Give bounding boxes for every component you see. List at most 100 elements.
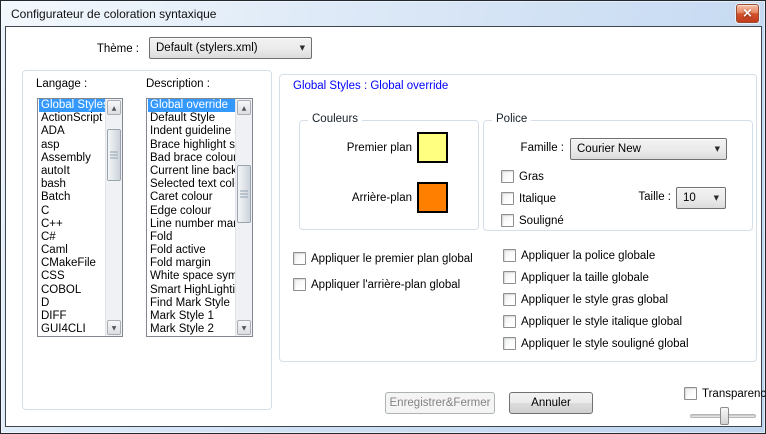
font-family-label: Famille :: [494, 142, 564, 154]
scrollbar-thumb[interactable]: [237, 165, 251, 223]
apply-checkbox-row[interactable]: Appliquer le style souligné global: [503, 337, 689, 350]
scroll-down-button[interactable]: ▼: [107, 320, 121, 335]
list-item[interactable]: Edge colour: [148, 205, 235, 218]
checkbox-label: Appliquer le style italique global: [521, 316, 682, 328]
foreground-label: Premier plan: [308, 142, 412, 154]
list-item[interactable]: Mark Style 1: [148, 310, 235, 323]
scrollbar-thumb[interactable]: [107, 129, 121, 181]
checkbox[interactable]: [503, 293, 516, 306]
description-scrollbar[interactable]: ▲ ▼: [235, 99, 252, 336]
list-item[interactable]: Bad brace colour: [148, 152, 235, 165]
scroll-up-button[interactable]: ▲: [237, 100, 251, 115]
language-scrollbar[interactable]: ▲ ▼: [105, 99, 122, 336]
apply-checkbox-row[interactable]: Appliquer le premier plan global: [293, 252, 473, 265]
list-item[interactable]: Fold margin: [148, 257, 235, 270]
description-listbox[interactable]: Global overrideDefault StyleIndent guide…: [146, 98, 253, 337]
scroll-up-button[interactable]: ▲: [107, 100, 121, 115]
list-item[interactable]: COBOL: [39, 284, 105, 297]
list-item[interactable]: Mark Style 2: [148, 323, 235, 336]
checkbox[interactable]: [503, 249, 516, 262]
list-item[interactable]: CSS: [39, 270, 105, 283]
list-item[interactable]: Indent guideline style: [148, 125, 235, 138]
font-group-label: Police: [492, 113, 531, 125]
list-item[interactable]: Batch: [39, 191, 105, 204]
theme-dropdown-value: Default (stylers.xml): [156, 42, 258, 54]
checkbox[interactable]: [503, 271, 516, 284]
description-label: Description :: [146, 78, 210, 90]
font-size-value: 10: [683, 192, 696, 204]
checkbox[interactable]: [293, 252, 306, 265]
font-family-value: Courier New: [577, 143, 641, 155]
list-item[interactable]: Find Mark Style: [148, 297, 235, 310]
list-item[interactable]: Global Styles: [39, 99, 105, 112]
list-item[interactable]: Selected text colour: [148, 178, 235, 191]
list-item[interactable]: GUI4CLI: [39, 323, 105, 336]
checkbox-label: Appliquer le style souligné global: [521, 338, 689, 350]
italic-checkbox[interactable]: [501, 192, 514, 205]
bold-checkbox-row[interactable]: Gras: [501, 170, 544, 183]
underline-checkbox[interactable]: [501, 214, 514, 227]
list-item[interactable]: Default Style: [148, 112, 235, 125]
colors-group-label: Couleurs: [308, 113, 362, 125]
description-list: Global overrideDefault StyleIndent guide…: [148, 99, 235, 336]
list-item[interactable]: Fold active: [148, 244, 235, 257]
apply-checkbox-row[interactable]: Appliquer le style gras global: [503, 293, 689, 306]
foreground-color-swatch[interactable]: [417, 132, 448, 163]
transparency-checkbox[interactable]: [684, 387, 697, 400]
list-item[interactable]: bash: [39, 178, 105, 191]
apply-checkbox-row[interactable]: Appliquer le style italique global: [503, 315, 689, 328]
checkbox[interactable]: [503, 315, 516, 328]
background-label: Arrière-plan: [308, 192, 412, 204]
list-item[interactable]: Smart HighLighting: [148, 284, 235, 297]
list-item[interactable]: C#: [39, 231, 105, 244]
checkbox[interactable]: [503, 337, 516, 350]
apply-checkbox-row[interactable]: Appliquer la taille globale: [503, 271, 689, 284]
dialog-window: Configurateur de coloration syntaxique ×…: [0, 0, 766, 434]
list-item[interactable]: autoIt: [39, 165, 105, 178]
cancel-button[interactable]: Annuler: [509, 392, 593, 414]
checkbox-label: Appliquer le premier plan global: [311, 253, 473, 265]
apply-checkbox-row[interactable]: Appliquer l'arrière-plan global: [293, 278, 473, 291]
transparency-checkbox-row[interactable]: Transparence: [684, 387, 766, 400]
list-item[interactable]: Brace highlight style: [148, 139, 235, 152]
font-groupbox: Police Famille : Courier New ▼ Gras Ital…: [483, 120, 753, 231]
theme-dropdown[interactable]: Default (stylers.xml) ▼: [149, 37, 312, 59]
list-item[interactable]: Assembly: [39, 152, 105, 165]
theme-label: Thème :: [42, 43, 139, 55]
list-item[interactable]: Current line background colour: [148, 165, 235, 178]
list-item[interactable]: Caret colour: [148, 191, 235, 204]
list-item[interactable]: ADA: [39, 125, 105, 138]
window-title: Configurateur de coloration syntaxique: [11, 7, 216, 21]
grip-icon: [110, 152, 118, 159]
language-listbox[interactable]: Global StylesActionScriptADAaspAssemblya…: [37, 98, 123, 337]
apply-left-group: Appliquer le premier plan global Applique…: [293, 252, 473, 291]
font-size-dropdown[interactable]: 10 ▼: [676, 187, 726, 209]
chevron-down-icon: ▼: [300, 44, 305, 52]
transparency-slider-thumb[interactable]: [720, 407, 729, 425]
save-close-button[interactable]: Enregistrer&Fermer: [385, 392, 495, 414]
checkbox[interactable]: [293, 278, 306, 291]
italic-checkbox-row[interactable]: Italique: [501, 192, 556, 205]
list-item[interactable]: Caml: [39, 244, 105, 257]
list-item[interactable]: DIFF: [39, 310, 105, 323]
list-item[interactable]: CMakeFile: [39, 257, 105, 270]
list-item[interactable]: Line number margin: [148, 218, 235, 231]
background-color-swatch[interactable]: [417, 182, 448, 213]
list-item[interactable]: C: [39, 205, 105, 218]
language-groupbox: Langage : Global StylesActionScriptADAas…: [22, 70, 272, 410]
list-item[interactable]: Fold: [148, 231, 235, 244]
bold-checkbox[interactable]: [501, 170, 514, 183]
list-item[interactable]: D: [39, 297, 105, 310]
underline-checkbox-row[interactable]: Souligné: [501, 214, 564, 227]
apply-checkbox-row[interactable]: Appliquer la police globale: [503, 249, 689, 262]
apply-right-group: Appliquer la police globale Appliquer la …: [503, 249, 689, 350]
list-item[interactable]: C++: [39, 218, 105, 231]
close-button[interactable]: ×: [736, 4, 759, 23]
list-item[interactable]: ActionScript: [39, 112, 105, 125]
scroll-down-button[interactable]: ▼: [237, 320, 251, 335]
list-item[interactable]: Global override: [148, 99, 235, 112]
grip-icon: [240, 191, 248, 198]
list-item[interactable]: White space symbol: [148, 270, 235, 283]
font-family-dropdown[interactable]: Courier New ▼: [570, 138, 727, 160]
list-item[interactable]: asp: [39, 139, 105, 152]
